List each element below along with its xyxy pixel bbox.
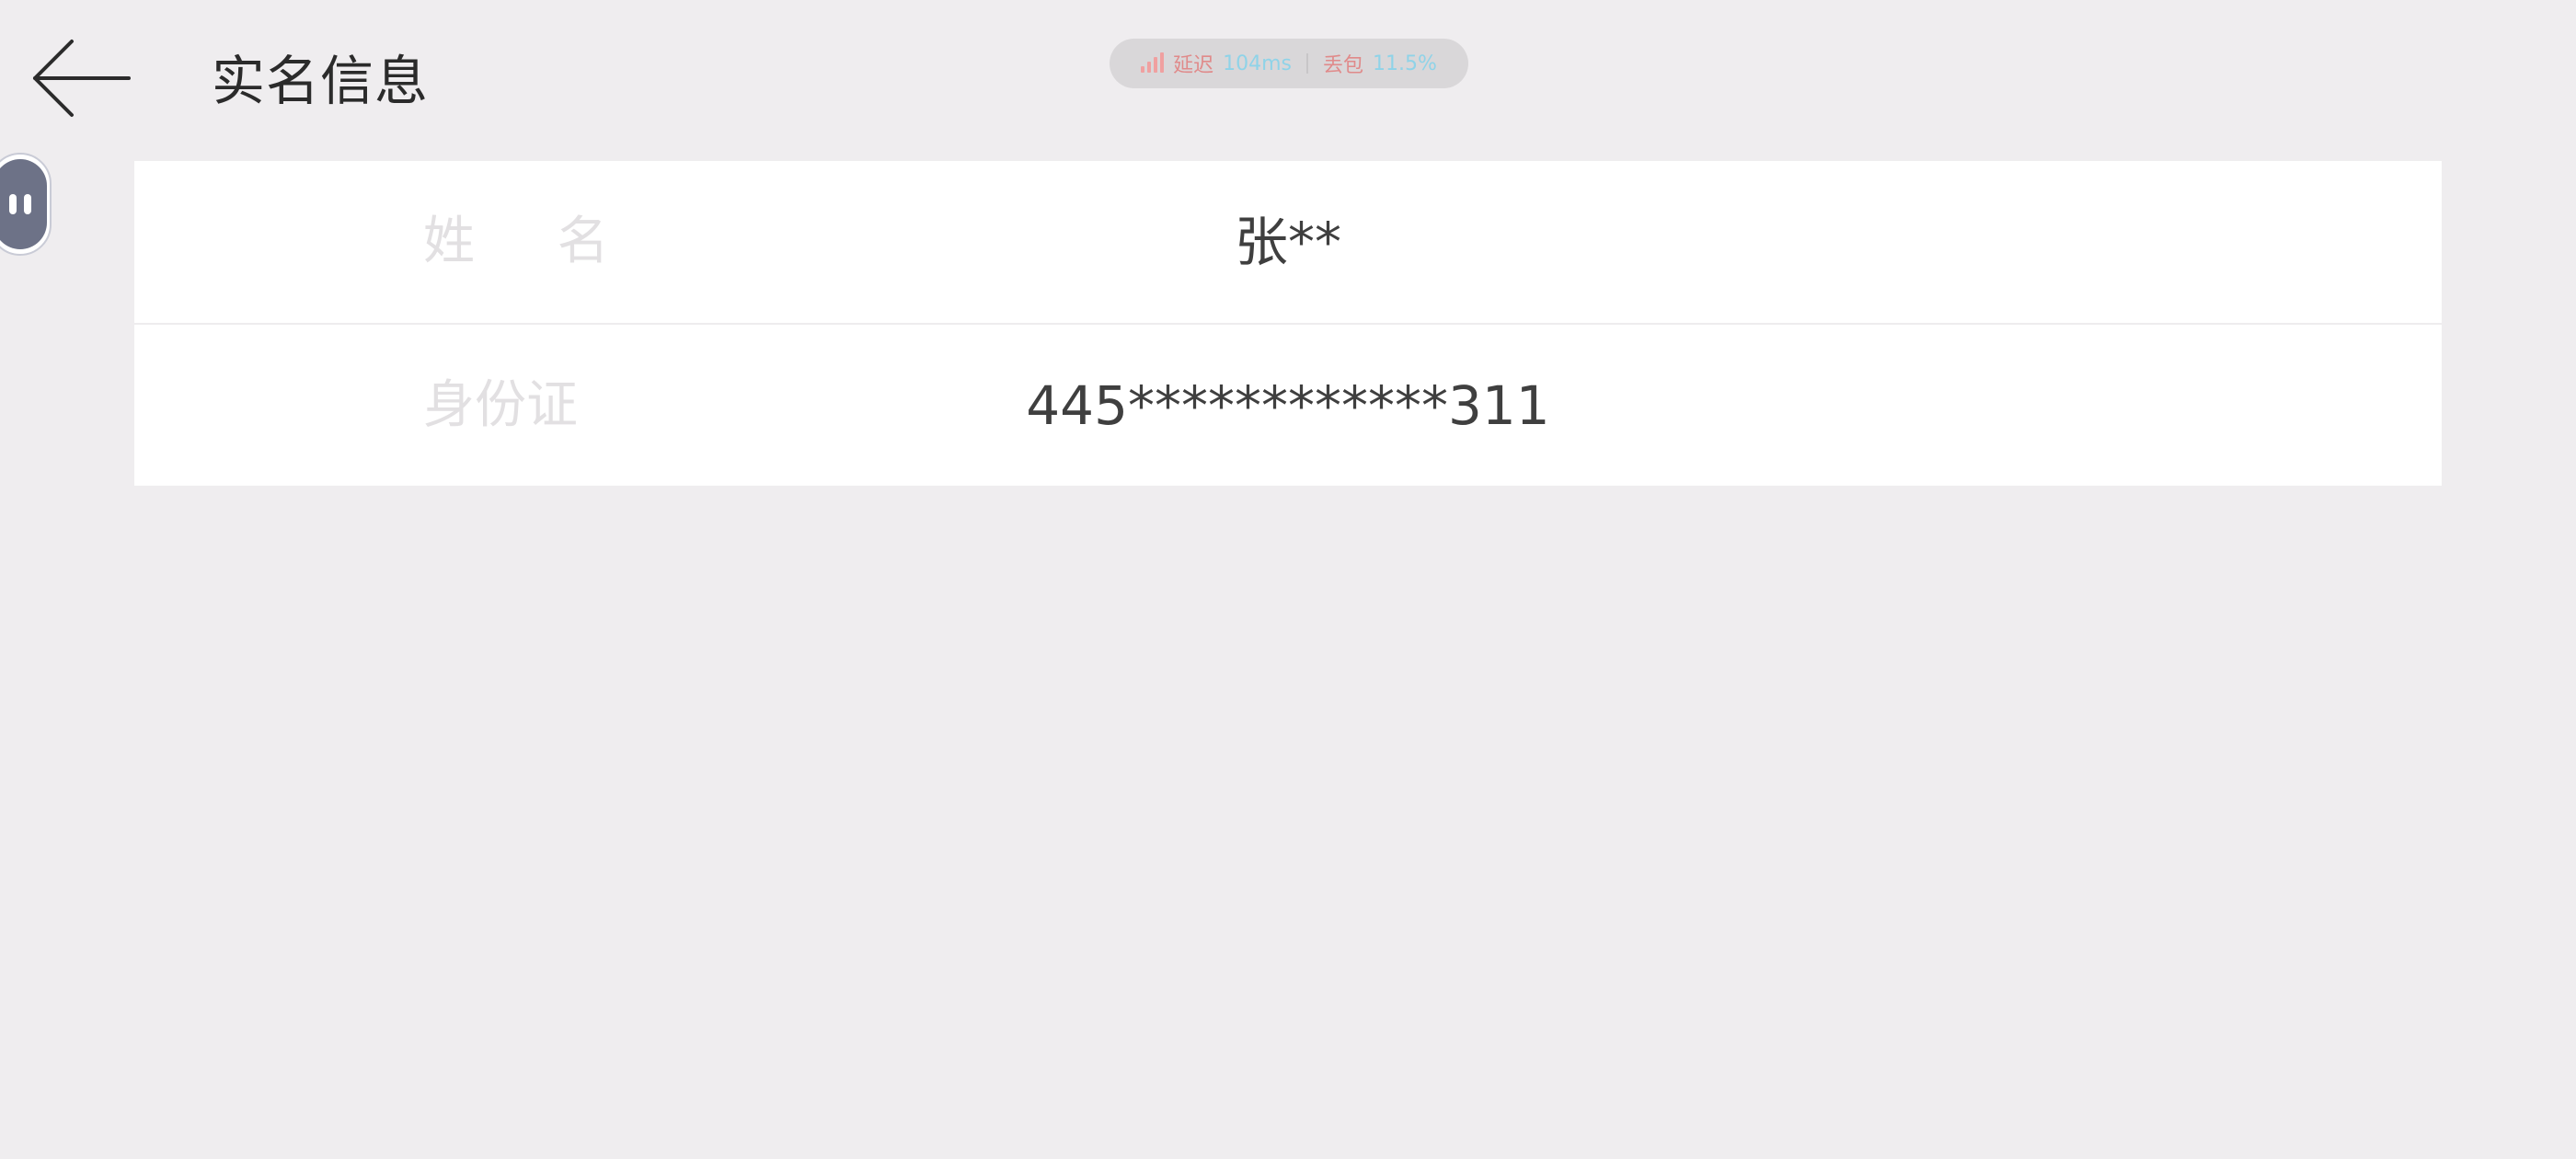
arrow-left-icon bbox=[33, 40, 131, 117]
packet-loss-label: 丢包 bbox=[1323, 54, 1364, 77]
page-title: 实名信息 bbox=[212, 50, 430, 112]
signal-bars-icon bbox=[1141, 52, 1165, 73]
back-button[interactable] bbox=[28, 37, 133, 120]
packet-loss-value: 11.5% bbox=[1373, 52, 1437, 75]
latency-label: 延迟 bbox=[1173, 54, 1214, 77]
info-row-id-card: 身份证 445************311 bbox=[134, 323, 2442, 487]
id-card-value: 445************311 bbox=[1026, 374, 1550, 437]
pause-icon bbox=[0, 159, 47, 249]
floating-assistant-button[interactable] bbox=[0, 153, 52, 256]
real-name-info-card: 姓 名 张** 身份证 445************311 bbox=[134, 161, 2442, 486]
info-row-name: 姓 名 张** bbox=[134, 161, 2442, 323]
network-status-badge: 延迟 104ms 丢包 11.5% bbox=[1110, 39, 1468, 88]
latency-value: 104ms bbox=[1223, 52, 1292, 75]
status-divider bbox=[1306, 53, 1308, 74]
name-value: 张** bbox=[1234, 211, 1341, 273]
